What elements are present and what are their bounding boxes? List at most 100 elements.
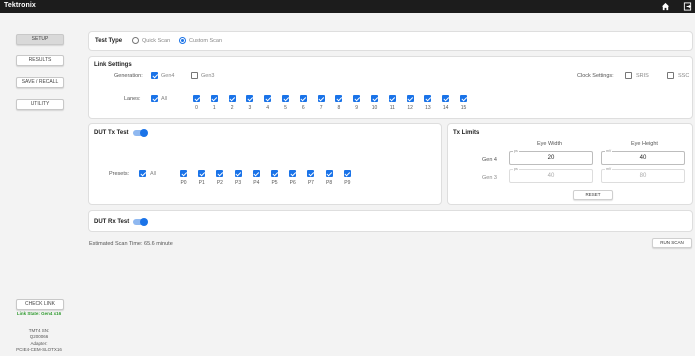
quick-scan-radio[interactable] <box>132 37 139 44</box>
gen3-eye-width-value: 40 <box>547 173 555 179</box>
gen4-checkbox[interactable] <box>151 72 158 79</box>
lane-5-checkbox[interactable] <box>282 95 289 102</box>
dut-rx-panel: DUT Rx Test <box>88 210 693 232</box>
lane-14-checkbox[interactable] <box>442 95 450 102</box>
lane-11-checkbox[interactable] <box>388 95 396 102</box>
preset-p3-label: P3 <box>235 180 242 186</box>
lane-13-label: 13 <box>425 105 431 111</box>
preset-p2-label: P2 <box>216 180 223 186</box>
preset-p1-label: P1 <box>198 180 205 186</box>
preset-p8-checkbox[interactable] <box>325 170 333 177</box>
lane-6-checkbox[interactable] <box>299 95 307 102</box>
adapter-value: PCIE4-CEM-SLOTX16 <box>16 347 62 352</box>
eye-width-header: Eye Width <box>537 141 563 147</box>
dut-rx-title: DUT Rx Test <box>94 219 130 225</box>
lane-3-checkbox[interactable] <box>246 95 254 102</box>
sidebar-item-utility[interactable]: UTILITY <box>16 99 64 110</box>
sidebar-item-results[interactable]: RESULTS <box>16 55 64 66</box>
sidebar-item-save-recall[interactable]: SAVE / RECALL <box>16 77 64 88</box>
lane-9-checkbox[interactable] <box>353 95 361 102</box>
preset-p2-checkbox[interactable] <box>216 170 224 177</box>
preset-p6-checkbox[interactable] <box>289 170 297 177</box>
preset-p6-label: P6 <box>289 180 296 186</box>
clock-settings-label: Clock Settings: <box>577 73 614 79</box>
preset-p9-label: P9 <box>344 180 351 186</box>
width-unit-label-gen3: ps <box>513 167 519 171</box>
exit-icon[interactable] <box>683 2 692 11</box>
preset-p0-label: P0 <box>180 180 187 186</box>
reset-button[interactable]: RESET <box>573 190 613 200</box>
lane-2-checkbox[interactable] <box>228 95 236 102</box>
lane-1-checkbox[interactable] <box>210 95 218 102</box>
preset-p7-checkbox[interactable] <box>307 170 315 177</box>
lane-15-label: 15 <box>460 105 467 111</box>
lane-12-label: 12 <box>407 105 413 111</box>
gen3-row-label: Gen 3 <box>482 175 497 181</box>
run-scan-button[interactable]: RUN SCAN <box>652 238 692 248</box>
test-type-title: Test Type <box>95 38 123 44</box>
lanes-all-label: All <box>161 96 168 102</box>
gen4-eye-width-value: 20 <box>547 155 555 161</box>
dut-tx-toggle[interactable] <box>133 128 148 137</box>
lane-15-checkbox[interactable] <box>460 95 467 102</box>
gen4-eye-height-value: 40 <box>639 155 647 161</box>
lanes-label: Lanes: <box>124 96 141 102</box>
preset-p4-label: P4 <box>253 180 260 186</box>
tmt4-sn-value: Q200066 <box>29 334 49 339</box>
preset-p9-checkbox[interactable] <box>343 170 351 177</box>
preset-p1-checkbox[interactable] <box>198 170 206 177</box>
lane-9-label: 9 <box>355 105 359 111</box>
link-settings-title: Link Settings <box>94 62 132 68</box>
gen4-label: Gen4 <box>161 73 175 79</box>
gen4-eye-width-field[interactable]: ps 20 <box>509 149 593 165</box>
width-unit-label: ps <box>513 149 519 153</box>
generation-label: Generation: <box>114 73 143 79</box>
gen3-checkbox[interactable] <box>191 72 198 79</box>
preset-p4-checkbox[interactable] <box>252 170 260 177</box>
gen3-eye-width-field[interactable]: ps 40 <box>509 167 593 183</box>
link-settings-panel: Link Settings Generation: Gen4 Gen3 Cloc… <box>88 56 693 119</box>
lane-1-label: 1 <box>212 105 216 111</box>
dut-tx-title: DUT Tx Test <box>94 130 129 136</box>
gen4-eye-height-field[interactable]: mV 40 <box>601 149 685 165</box>
lane-7-checkbox[interactable] <box>317 95 325 102</box>
preset-p5-checkbox[interactable] <box>271 170 278 177</box>
presets-label: Presets: <box>109 171 130 177</box>
preset-p0-checkbox[interactable] <box>180 170 187 177</box>
sris-checkbox[interactable] <box>625 72 632 79</box>
lane-10-label: 10 <box>371 105 378 111</box>
lane-12-checkbox[interactable] <box>406 95 414 102</box>
dut-tx-panel: DUT Tx Test Presets: All P0 P1 P2 P3 P4 P5 P6 P… <box>88 123 442 205</box>
lanes-all-checkbox[interactable] <box>151 95 158 102</box>
gen3-label: Gen3 <box>201 73 215 79</box>
sidebar-item-setup[interactable]: SETUP <box>16 34 64 45</box>
lane-8-label: 8 <box>337 105 341 111</box>
lane-6-label: 6 <box>301 105 305 111</box>
lane-2-label: 2 <box>230 105 234 111</box>
tx-limits-title: Tx Limits <box>453 130 480 136</box>
presets-all-checkbox[interactable] <box>139 170 146 177</box>
lane-4-checkbox[interactable] <box>264 95 272 102</box>
lane-0-checkbox[interactable] <box>193 95 200 102</box>
lane-4-label: 4 <box>266 105 270 111</box>
sris-label: SRIS <box>636 73 649 79</box>
preset-p7-label: P7 <box>307 180 314 186</box>
preset-p3-checkbox[interactable] <box>234 170 242 177</box>
ssc-label: SSC <box>678 73 690 79</box>
lane-7-label: 7 <box>319 105 323 111</box>
lane-13-checkbox[interactable] <box>424 95 432 102</box>
lane-10-checkbox[interactable] <box>371 95 378 102</box>
estimated-scan-time: Estimated Scan Time: 65.6 minute <box>89 241 173 247</box>
check-link-button[interactable]: CHECK LINK <box>16 299 64 310</box>
lane-3-label: 3 <box>248 105 252 111</box>
lane-8-checkbox[interactable] <box>335 95 343 102</box>
ssc-checkbox[interactable] <box>667 72 674 79</box>
tx-limits-panel: Tx Limits Eye Width Eye Height Gen 4 ps … <box>447 123 693 205</box>
dut-rx-toggle[interactable] <box>133 217 148 226</box>
lane-11-label: 11 <box>389 105 395 111</box>
custom-scan-radio[interactable] <box>179 37 186 44</box>
link-state-text: Link State: Gen4 x16 <box>16 311 62 316</box>
home-icon[interactable] <box>661 2 670 11</box>
gen3-eye-height-field[interactable]: mV 80 <box>601 167 685 183</box>
presets-all-label: All <box>150 171 157 177</box>
